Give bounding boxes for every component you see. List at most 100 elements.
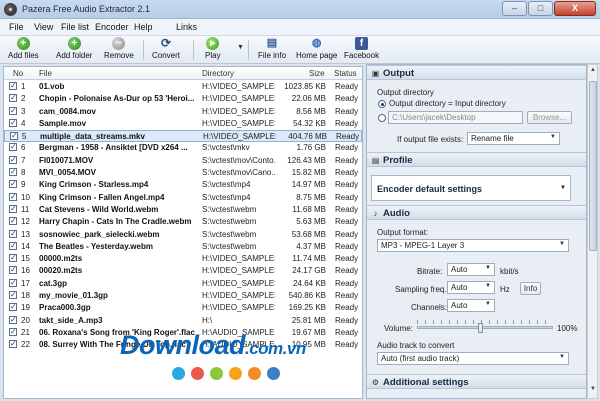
menu-help[interactable]: Help bbox=[134, 22, 153, 32]
row-size: 8.75 MB bbox=[296, 192, 326, 202]
table-row[interactable]: ✓ 5 multiple_data_streams.mkv H:\VIDEO_SAMP… bbox=[4, 130, 362, 143]
row-checkbox[interactable]: ✓ bbox=[9, 155, 17, 164]
row-checkbox[interactable]: ✓ bbox=[9, 82, 17, 90]
panel-scrollbar[interactable]: ▲ ▼ bbox=[587, 64, 598, 399]
row-checkbox[interactable]: ✓ bbox=[9, 118, 17, 127]
row-checkbox[interactable]: ✓ bbox=[9, 278, 17, 287]
audio-section-header[interactable]: ♪ Audio bbox=[367, 205, 586, 220]
row-checkbox[interactable]: ✓ bbox=[9, 106, 17, 115]
additional-settings-header[interactable]: ⚙ Additional settings bbox=[367, 374, 586, 389]
close-button[interactable]: X bbox=[554, 1, 596, 16]
table-row[interactable]: ✓ 13 sosnowiec_park_sielecki.webm S:\vctest… bbox=[4, 229, 362, 241]
table-row[interactable]: ✓ 20 takt_side_A.mp3 H:\ 25.81 MB Ready bbox=[4, 315, 362, 327]
row-checkbox[interactable]: ✓ bbox=[10, 132, 18, 141]
if-exists-select[interactable]: Rename file ▼ bbox=[467, 132, 560, 145]
table-row[interactable]: ✓ 3 cam_0084.mov H:\VIDEO_SAMPLES\... 8.56 M… bbox=[4, 106, 362, 118]
col-header-directory[interactable]: Directory bbox=[202, 69, 234, 78]
table-row[interactable]: ✓ 6 Bergman - 1958 - Ansiktet [DVD x264 ..… bbox=[4, 142, 362, 154]
row-checkbox[interactable]: ✓ bbox=[9, 192, 17, 201]
row-checkbox[interactable]: ✓ bbox=[9, 266, 17, 275]
table-row[interactable]: ✓ 18 my_movie_01.3gp H:\VIDEO_SAMPLES\... 54… bbox=[4, 290, 362, 302]
radio-same-directory-label[interactable]: Output directory = Input directory bbox=[389, 99, 506, 108]
table-row[interactable]: ✓ 14 The Beatles - Yesterday.webm S:\vctest… bbox=[4, 241, 362, 253]
col-header-no[interactable]: No bbox=[13, 69, 23, 78]
table-row[interactable]: ✓ 4 Sample.mov H:\VIDEO_SAMPLES\... 54.32 KB… bbox=[4, 118, 362, 130]
radio-custom-directory[interactable] bbox=[378, 114, 386, 122]
row-checkbox[interactable]: ✓ bbox=[9, 229, 17, 238]
scroll-down-icon[interactable]: ▼ bbox=[589, 386, 597, 396]
table-row[interactable]: ✓ 8 MVI_0054.MOV S:\vctest\mov\Cano... 15.82… bbox=[4, 167, 362, 179]
row-checkbox[interactable]: ✓ bbox=[9, 143, 17, 152]
channels-select[interactable]: Auto ▼ bbox=[447, 299, 495, 312]
table-row[interactable]: ✓ 19 Praca000.3gp H:\VIDEO_SAMPLES\... 169.2… bbox=[4, 302, 362, 314]
add-files-button[interactable]: + Add files bbox=[8, 37, 39, 63]
file-info-button[interactable]: ▤ File info bbox=[258, 37, 286, 63]
col-header-file[interactable]: File bbox=[39, 69, 52, 78]
table-row[interactable]: ✓ 10 King Crimson - Fallen Angel.mp4 S:\vct… bbox=[4, 192, 362, 204]
menu-encoder[interactable]: Encoder bbox=[95, 22, 129, 32]
output-section-header[interactable]: ▣ Output bbox=[367, 65, 586, 80]
menu-view[interactable]: View bbox=[34, 22, 53, 32]
row-file-name: FI010071.MOV bbox=[39, 155, 94, 165]
row-size: 54.32 KB bbox=[293, 118, 326, 128]
info-button[interactable]: Info bbox=[520, 282, 541, 295]
row-checkbox[interactable]: ✓ bbox=[9, 340, 17, 349]
play-label: Play bbox=[205, 51, 221, 60]
remove-button[interactable]: − Remove bbox=[104, 37, 134, 63]
radio-same-directory[interactable] bbox=[378, 100, 386, 108]
col-header-status[interactable]: Status bbox=[334, 69, 357, 78]
row-checkbox[interactable]: ✓ bbox=[9, 94, 17, 103]
table-row[interactable]: ✓ 2 Chopin - Polonaise As-Dur op 53 'Heroi… bbox=[4, 93, 362, 105]
watermark-dot bbox=[248, 367, 261, 380]
table-row[interactable]: ✓ 15 00000.m2ts H:\VIDEO_SAMPLES\... 11.74 M… bbox=[4, 253, 362, 265]
facebook-button[interactable]: f Facebook bbox=[344, 37, 379, 63]
scrollbar-thumb[interactable] bbox=[589, 81, 597, 251]
row-checkbox[interactable]: ✓ bbox=[9, 315, 17, 324]
maximize-button[interactable]: □ bbox=[528, 1, 553, 16]
row-checkbox[interactable]: ✓ bbox=[9, 180, 17, 189]
menu-links[interactable]: Links bbox=[176, 22, 197, 32]
browse-button[interactable]: Browse... bbox=[527, 111, 572, 124]
row-checkbox[interactable]: ✓ bbox=[9, 291, 17, 300]
play-button[interactable]: ▶ Play bbox=[205, 37, 221, 63]
profile-section-header[interactable]: ▤ Profile bbox=[367, 152, 586, 167]
sampling-select[interactable]: Auto ▼ bbox=[447, 281, 495, 294]
volume-slider[interactable] bbox=[417, 326, 553, 329]
output-format-select[interactable]: MP3 - MPEG-1 Layer 3 ▼ bbox=[377, 239, 569, 252]
row-checkbox[interactable]: ✓ bbox=[9, 241, 17, 250]
play-icon: ▶ bbox=[206, 37, 220, 50]
minimize-button[interactable]: – bbox=[502, 1, 527, 16]
row-checkbox[interactable]: ✓ bbox=[9, 254, 17, 263]
row-number: 16 bbox=[21, 266, 30, 276]
chevron-down-icon: ▼ bbox=[550, 134, 556, 140]
toolbar: + Add files + Add folder − Remove ⟳ Conv… bbox=[0, 36, 600, 64]
audio-track-select[interactable]: Auto (first audio track) ▼ bbox=[377, 352, 569, 365]
row-checkbox[interactable]: ✓ bbox=[9, 204, 17, 213]
add-folder-button[interactable]: + Add folder bbox=[56, 37, 92, 63]
home-page-button[interactable]: ◍ Home page bbox=[296, 37, 337, 63]
table-row[interactable]: ✓ 16 00020.m2ts H:\VIDEO_SAMPLES\... 24.17 G… bbox=[4, 265, 362, 277]
bitrate-select[interactable]: Auto ▼ bbox=[447, 263, 495, 276]
col-header-size[interactable]: Size bbox=[309, 69, 325, 78]
volume-slider-thumb[interactable] bbox=[478, 323, 484, 333]
row-number: 15 bbox=[21, 254, 30, 264]
row-checkbox[interactable]: ✓ bbox=[9, 217, 17, 226]
table-row[interactable]: ✓ 1 01.vob H:\VIDEO_SAMPLES\... 1023.85 KB Re… bbox=[4, 81, 362, 93]
table-row[interactable]: ✓ 7 FI010071.MOV S:\vctest\mov\Conto... 126.… bbox=[4, 155, 362, 167]
row-size: 1.76 GB bbox=[296, 143, 326, 153]
row-file-name: Sample.mov bbox=[39, 118, 87, 128]
row-checkbox[interactable]: ✓ bbox=[9, 327, 17, 336]
row-checkbox[interactable]: ✓ bbox=[9, 168, 17, 177]
convert-button[interactable]: ⟳ Convert bbox=[152, 37, 180, 63]
table-row[interactable]: ✓ 9 King Crimson - Starless.mp4 S:\vctest\m… bbox=[4, 179, 362, 191]
profile-select[interactable]: Encoder default settings ▼ bbox=[371, 175, 571, 201]
table-row[interactable]: ✓ 11 Cat Stevens - Wild World.webm S:\vctes… bbox=[4, 204, 362, 216]
table-row[interactable]: ✓ 12 Harry Chapin - Cats In The Cradle.web… bbox=[4, 216, 362, 228]
scroll-up-icon[interactable]: ▲ bbox=[589, 67, 597, 77]
row-checkbox[interactable]: ✓ bbox=[9, 303, 17, 312]
menu-file[interactable]: File bbox=[9, 22, 24, 32]
table-row[interactable]: ✓ 17 cat.3gp H:\VIDEO_SAMPLES\... 24.64 KB Re… bbox=[4, 278, 362, 290]
menu-file-list[interactable]: File list bbox=[61, 22, 89, 32]
output-path-field[interactable]: C:\Users\jacek\Desktop bbox=[388, 111, 523, 124]
play-dropdown-icon[interactable]: ▼ bbox=[237, 44, 244, 51]
